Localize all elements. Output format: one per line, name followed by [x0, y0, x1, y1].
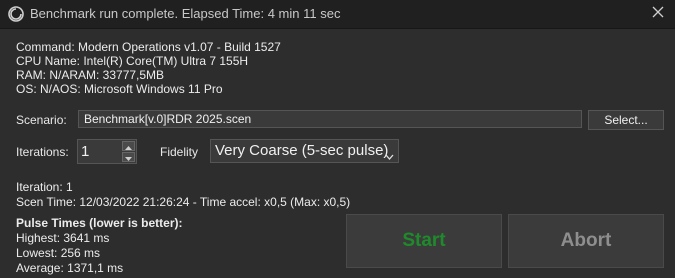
window-title: Benchmark run complete. Elapsed Time: 4 …: [30, 6, 341, 21]
chevron-down-icon: [385, 147, 394, 162]
iteration-status: Iteration: 1: [16, 180, 73, 194]
app-logo-icon: [8, 6, 24, 22]
scen-time-status: Scen Time: 12/03/2022 21:26:24 - Time ac…: [16, 195, 351, 209]
fidelity-selected-value: Very Coarse (5-sec pulse): [215, 142, 389, 159]
cpu-info: CPU Name: Intel(R) Core(TM) Ultra 7 155H: [16, 54, 249, 68]
decrement-button[interactable]: [122, 152, 135, 162]
iterations-label: Iterations:: [16, 145, 69, 159]
chevron-down-icon: [125, 148, 132, 166]
pulse-average: Average: 1371,1 ms: [16, 261, 124, 275]
benchmark-window: Benchmark run complete. Elapsed Time: 4 …: [0, 0, 675, 278]
select-scenario-button[interactable]: Select...: [588, 110, 664, 130]
pulse-lowest: Lowest: 256 ms: [16, 246, 101, 260]
scenario-label: Scenario:: [16, 113, 67, 127]
close-icon: [652, 5, 664, 23]
iterations-value[interactable]: 1: [81, 143, 89, 160]
fidelity-label: Fidelity: [160, 145, 199, 159]
pulse-highest: Highest: 3641 ms: [16, 231, 110, 245]
os-info: OS: N/AOS: Microsoft Windows 11 Pro: [16, 82, 223, 96]
close-button[interactable]: [641, 0, 675, 28]
pulse-times-header: Pulse Times (lower is better):: [16, 216, 183, 230]
ram-info: RAM: N/ARAM: 33777,5MB: [16, 68, 165, 82]
abort-button[interactable]: Abort: [508, 214, 664, 268]
system-info: Command: Modern Operations v1.07 - Build…: [16, 40, 281, 96]
command-info: Command: Modern Operations v1.07 - Build…: [16, 40, 281, 54]
title-bar: Benchmark run complete. Elapsed Time: 4 …: [0, 0, 675, 29]
fidelity-dropdown[interactable]: Very Coarse (5-sec pulse): [210, 139, 399, 163]
scenario-field[interactable]: Benchmark[v.0]RDR 2025.scen: [78, 110, 582, 128]
pulse-times: Pulse Times (lower is better): Highest: …: [16, 216, 183, 276]
run-status: Iteration: 1 Scen Time: 12/03/2022 21:26…: [16, 180, 350, 210]
start-button[interactable]: Start: [346, 214, 502, 268]
iterations-stepper[interactable]: 1: [77, 139, 137, 164]
